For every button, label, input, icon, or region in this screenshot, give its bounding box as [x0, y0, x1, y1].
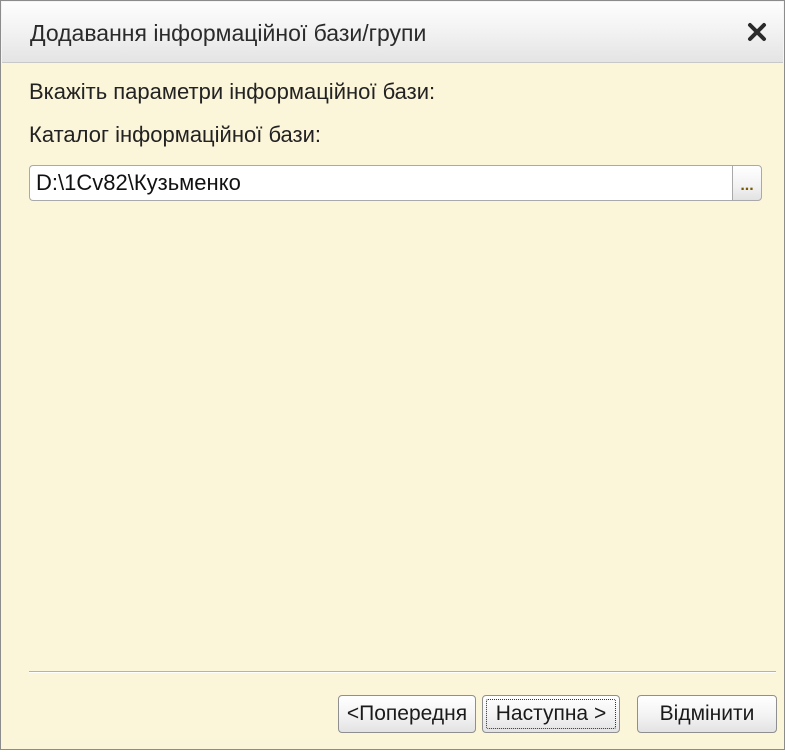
browse-button[interactable]: ...	[732, 165, 762, 201]
window-title: Додавання інформаційної бази/групи	[30, 20, 427, 46]
close-icon	[748, 23, 766, 41]
footer-separator	[29, 671, 776, 673]
next-button[interactable]: Наступна >	[482, 695, 620, 733]
catalog-path-input[interactable]	[29, 165, 732, 201]
next-button-label: Наступна >	[495, 702, 607, 725]
ellipsis-icon: ...	[740, 177, 754, 194]
previous-button[interactable]: <Попередня	[338, 695, 476, 733]
add-infobase-dialog: Додавання інформаційної бази/групи Вкажі…	[0, 0, 785, 750]
close-button[interactable]	[741, 16, 773, 48]
cancel-button[interactable]: Відмінити	[637, 695, 777, 733]
title-bar: Додавання інформаційної бази/групи	[2, 2, 783, 63]
params-label: Вкажіть параметри інформаційної бази:	[29, 79, 436, 104]
catalog-label: Каталог інформаційної бази:	[29, 122, 322, 147]
